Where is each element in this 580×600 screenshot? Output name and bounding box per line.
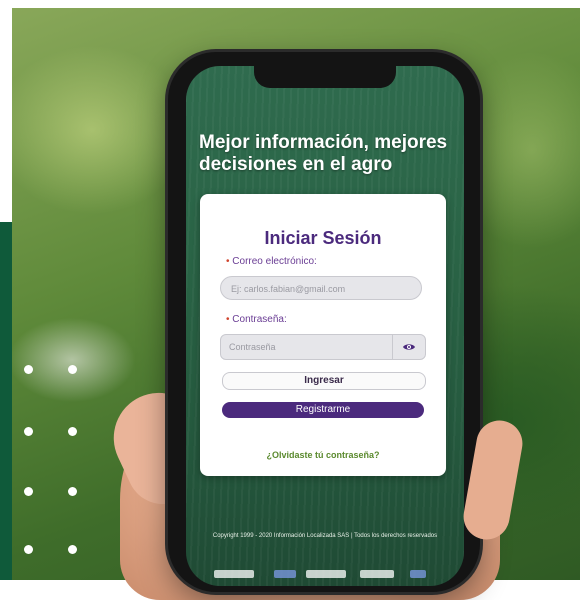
login-card: Iniciar Sesión • Correo electrónico: Ej:… — [200, 194, 446, 476]
password-label-row: • Contraseña: — [226, 314, 287, 325]
partner-logo — [360, 570, 394, 578]
email-placeholder: Ej: carlos.fabian@gmail.com — [231, 284, 346, 294]
required-mark: • — [226, 256, 230, 267]
login-button[interactable]: Ingresar — [222, 372, 426, 390]
dot — [68, 545, 77, 554]
email-label: Correo electrónico: — [232, 256, 317, 267]
dot — [24, 487, 33, 496]
email-label-row: • Correo electrónico: — [226, 256, 317, 267]
dot — [68, 487, 77, 496]
partner-logo — [410, 570, 426, 578]
left-accent-panel — [0, 222, 12, 580]
dot — [68, 427, 77, 436]
email-field[interactable]: Ej: carlos.fabian@gmail.com — [220, 276, 422, 300]
login-title: Iniciar Sesión — [264, 228, 382, 248]
partner-logos — [214, 568, 434, 580]
eye-icon[interactable] — [392, 335, 425, 359]
partner-logo — [274, 570, 296, 578]
headline: Mejor información, mejores decisiones en… — [199, 132, 448, 175]
partner-logo — [306, 570, 346, 578]
register-button[interactable]: Registrarme — [222, 402, 424, 418]
dot — [24, 427, 33, 436]
password-field[interactable]: Contraseña — [220, 334, 426, 360]
dot — [68, 365, 77, 374]
forgot-password-link[interactable]: ¿Olvidaste tú contraseña? — [200, 450, 446, 460]
required-mark: • — [226, 314, 230, 325]
partner-logo — [214, 570, 254, 578]
dot — [24, 365, 33, 374]
dot — [24, 545, 33, 554]
decorative-dots — [24, 365, 94, 565]
password-placeholder: Contraseña — [229, 342, 276, 352]
top-border — [0, 0, 580, 8]
phone-notch — [254, 66, 396, 88]
password-label: Contraseña: — [232, 314, 287, 325]
copyright-footer: Copyright 1999 - 2020 Información Locali… — [212, 533, 438, 539]
